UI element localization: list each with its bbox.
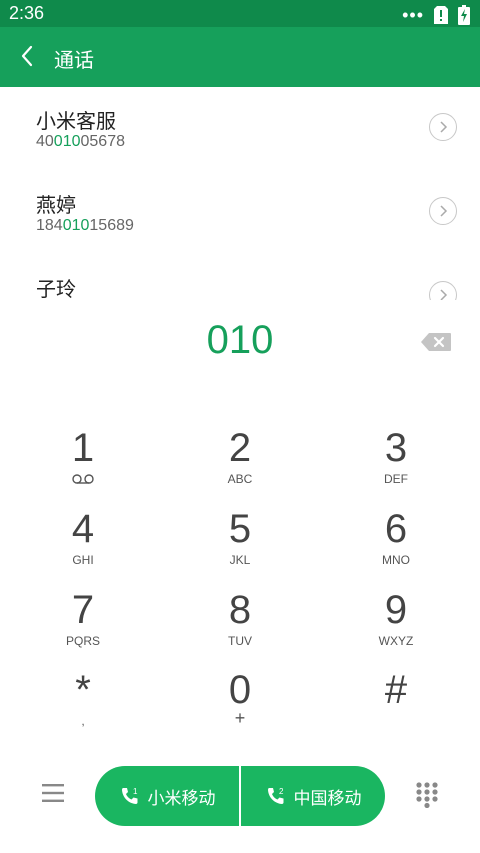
contact-number: 18401015689 [36,217,134,235]
contact-detail-button[interactable] [429,197,457,225]
dial-keypad: 1 2 ABC 3 DEF 4 GHI 5 JKL 6 MNO 7 PQRS 8… [0,410,480,732]
status-time: 2:36 [9,3,45,23]
key-7[interactable]: 7 PQRS [3,572,163,652]
key-letters: JKL [229,553,251,567]
page-title: 通话 [54,48,94,72]
contact-results-list: 小米客服 4001005678 燕婷 18401015689 子玲 [0,87,480,300]
key-star[interactable]: * , [3,652,163,732]
key-2[interactable]: 2 ABC [160,410,320,490]
phone-sim1-icon: 1 [121,787,138,804]
more-notifications-icon: ••• [402,5,424,25]
backspace-icon[interactable] [420,332,452,352]
key-0[interactable]: 0 + [160,652,320,732]
contact-name: 燕婷 [36,193,76,217]
key-letters: PQRS [65,634,100,648]
key-letters: MNO [382,553,410,567]
menu-icon[interactable] [42,784,64,802]
contact-item[interactable]: 燕婷 18401015689 [0,171,480,255]
call-sim1-label: 小米移动 [147,788,216,809]
key-digit: 8 [228,588,252,632]
key-3[interactable]: 3 DEF [316,410,476,490]
number-prefix: 184 [36,217,63,234]
number-match: 010 [53,133,81,150]
call-sim1-button[interactable]: 1 小米移动 [95,766,240,826]
voicemail-icon [72,474,94,484]
key-digit: 9 [384,588,408,632]
key-digit: 6 [384,507,408,551]
contact-number: 4001005678 [36,133,125,151]
call-button-group: 1 小米移动 2 中国移动 [95,766,385,826]
status-icons: ••• [402,5,470,25]
key-1[interactable]: 1 [3,410,163,490]
contact-detail-button[interactable] [429,113,457,141]
key-digit: * [75,668,91,712]
bottom-action-bar: 1 小米移动 2 中国移动 [0,732,480,853]
key-digit: 3 [384,426,408,470]
contact-item[interactable]: 子玲 [0,255,480,300]
key-letters: GHI [72,553,94,567]
key-letters: + [234,708,246,728]
key-digit: 5 [228,507,252,551]
svg-text:1: 1 [133,787,138,796]
key-letters: DEF [384,472,408,486]
key-digit: 1 [71,426,95,470]
key-6[interactable]: 6 MNO [316,491,476,571]
svg-text:2: 2 [279,787,284,796]
number-suffix: 05678 [80,133,126,150]
battery-charging-icon [458,5,470,25]
key-digit: 0 [228,668,252,712]
key-digit: # [384,668,408,712]
number-match: 010 [62,217,90,234]
number-prefix: 40 [36,133,54,150]
key-9[interactable]: 9 WXYZ [316,572,476,652]
contact-item[interactable]: 小米客服 4001005678 [0,87,480,171]
key-letters: WXYZ [378,634,414,648]
chevron-right-icon [440,205,448,217]
back-arrow-icon[interactable] [18,43,38,69]
key-4[interactable]: 4 GHI [3,491,163,571]
key-digit: 2 [228,426,252,470]
call-sim2-button[interactable]: 2 中国移动 [241,766,385,826]
dialpad-toggle-icon[interactable] [416,782,438,808]
call-sim2-label: 中国移动 [293,788,362,809]
app-bar: 通话 [0,27,480,87]
chevron-right-icon [440,121,448,133]
key-8[interactable]: 8 TUV [160,572,320,652]
phone-sim2-icon: 2 [267,787,284,804]
contact-name: 子玲 [36,277,76,300]
key-hash[interactable]: # [316,652,476,732]
key-letters: , [81,714,85,728]
key-letters: ABC [227,472,253,486]
contact-detail-button[interactable] [429,281,457,300]
key-digit: 7 [71,588,95,632]
chevron-right-icon [440,289,448,300]
key-digit: 4 [71,507,95,551]
key-5[interactable]: 5 JKL [160,491,320,571]
status-bar: 2:36 ••• [0,0,480,27]
key-letters: TUV [228,634,252,648]
number-suffix: 15689 [89,217,134,234]
dialed-number: 010 [206,318,274,362]
sim-alert-icon [434,6,448,24]
contact-name: 小米客服 [36,109,116,133]
